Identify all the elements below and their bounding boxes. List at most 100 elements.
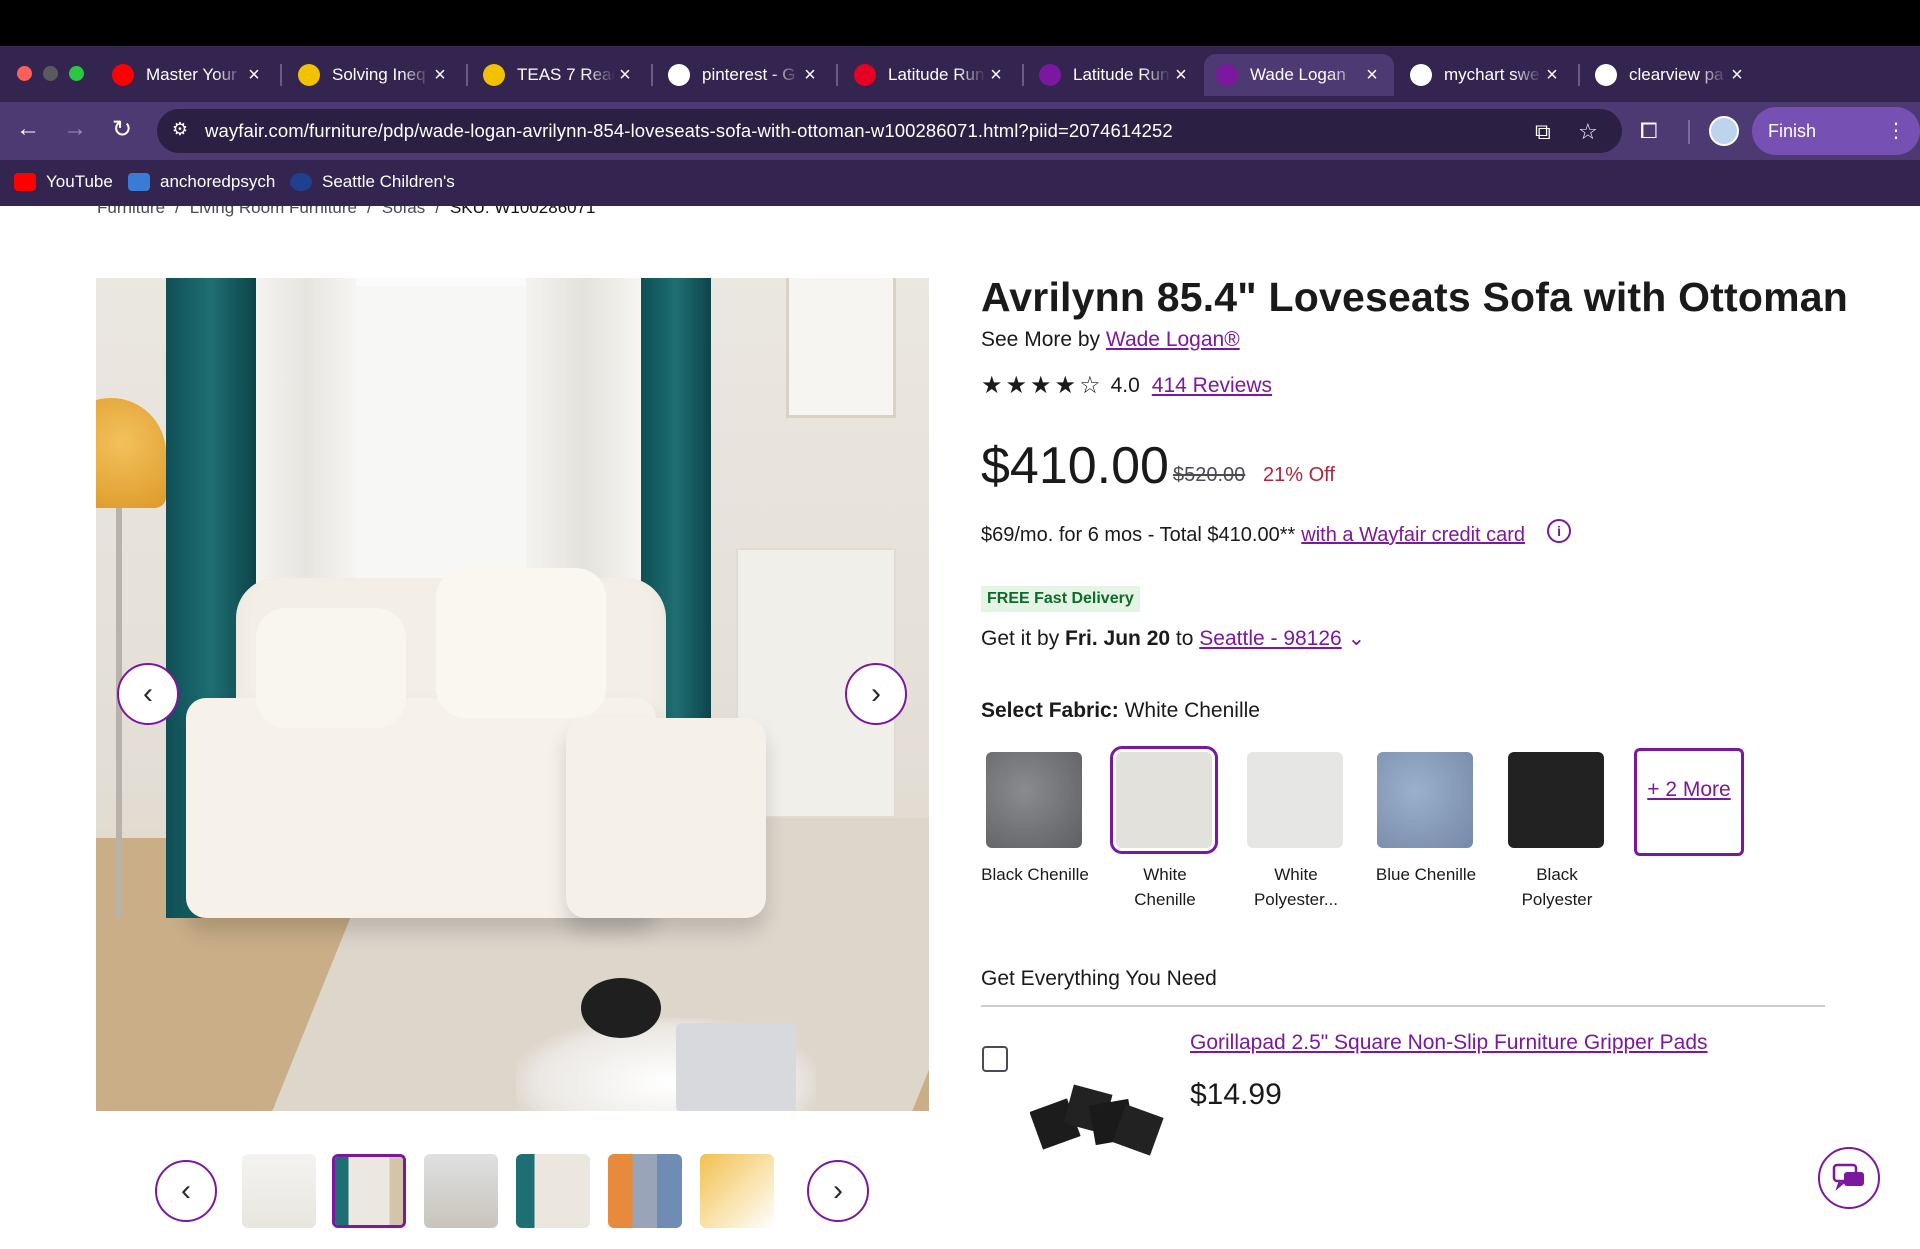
anchoredpsych-icon	[128, 173, 150, 191]
thumbnail-2[interactable]	[332, 1154, 406, 1228]
close-tab-icon[interactable]: ×	[244, 64, 264, 87]
tab-title: pinterest - G	[702, 65, 796, 84]
chat-support-button[interactable]	[1818, 1147, 1880, 1209]
location-link[interactable]: Seattle - 98126	[1199, 627, 1341, 650]
browser-tab[interactable]: TEAS 7 Reac ×	[471, 54, 647, 96]
close-tab-icon[interactable]: ×	[1171, 64, 1191, 87]
credit-card-link[interactable]: with a Wayfair credit card	[1301, 524, 1525, 547]
browser-tab[interactable]: Latitude Run ×	[842, 54, 1018, 96]
wayfair-icon	[1216, 64, 1238, 86]
fabric-selector-label: Select Fabric: White Chenille	[981, 699, 1260, 723]
swatch-white-polyester[interactable]	[1247, 752, 1343, 848]
pinterest-icon	[854, 64, 876, 86]
close-window-button[interactable]	[17, 66, 32, 81]
rating-row: ★ ★ ★ ★ ☆ 4.0 414 Reviews	[981, 371, 1272, 400]
reviews-link[interactable]: 414 Reviews	[1152, 374, 1272, 398]
thumbnails-prev-chevron-icon[interactable]: ‹	[155, 1160, 217, 1222]
google-icon	[1410, 64, 1432, 86]
address-bar[interactable]: ⚙ wayfair.com/furniture/pdp/wade-logan-a…	[157, 109, 1622, 153]
financing-text: $69/mo. for 6 mos - Total $410.00**	[981, 524, 1296, 546]
browser-tab[interactable]: Latitude Run ×	[1027, 54, 1203, 96]
browser-tab[interactable]: Wade Logan ×	[1204, 54, 1394, 96]
close-tab-icon[interactable]: ×	[800, 64, 820, 87]
swatch-black-chenille[interactable]	[986, 752, 1082, 848]
swatch-label: White Chenille	[1134, 865, 1196, 909]
financing-row: $69/mo. for 6 mos - Total $410.00** with…	[981, 518, 1572, 547]
finish-update-button[interactable]: Finish update ⋮	[1752, 107, 1920, 189]
tab-title: TEAS 7 Reac	[517, 65, 615, 84]
tab-separator	[280, 64, 282, 86]
close-tab-icon[interactable]: ×	[1362, 64, 1382, 87]
see-more-prefix: See More by	[981, 328, 1101, 351]
browser-tab[interactable]: clearview pa ×	[1583, 54, 1759, 96]
close-tab-icon[interactable]: ×	[430, 64, 450, 87]
checkmark-icon	[298, 64, 320, 86]
more-vertical-icon[interactable]: ⋮	[1886, 107, 1906, 155]
thumbnail-6[interactable]	[700, 1154, 774, 1228]
back-arrow-icon[interactable]: ←	[12, 115, 44, 143]
bookmark-anchoredpsych[interactable]: anchoredpsych	[128, 172, 275, 192]
close-tab-icon[interactable]: ×	[615, 64, 635, 87]
maximize-window-button[interactable]	[69, 66, 84, 81]
google-icon	[668, 64, 690, 86]
toolbar-divider	[1688, 120, 1690, 144]
thumbnail-4[interactable]	[516, 1154, 590, 1228]
site-info-icon[interactable]: ⚙	[167, 119, 193, 143]
extensions-puzzle-icon[interactable]: ⧠	[1640, 118, 1658, 144]
image-prev-chevron-icon[interactable]: ‹	[117, 663, 179, 725]
minimize-window-button[interactable]	[43, 66, 58, 81]
swatch-label: Black Chenille	[981, 865, 1089, 884]
star-filled-icon: ★	[1054, 372, 1077, 399]
swatch-blue-chenille[interactable]	[1377, 752, 1473, 848]
product-main-image[interactable]	[96, 278, 929, 1111]
youtube-icon	[14, 173, 36, 191]
close-tab-icon[interactable]: ×	[986, 64, 1006, 87]
browser-tab[interactable]: mychart swe ×	[1398, 54, 1574, 96]
forward-arrow-icon[interactable]: →	[59, 115, 91, 143]
delivery-badge: FREE Fast Delivery	[981, 586, 1140, 612]
thumbnail-3[interactable]	[424, 1154, 498, 1228]
install-app-icon[interactable]: ⧉	[1535, 119, 1551, 145]
swatch-black-polyester[interactable]	[1508, 752, 1604, 848]
addon-product-link[interactable]: Gorillapad 2.5" Square Non-Slip Furnitur…	[1190, 1031, 1708, 1055]
thumbnail-5[interactable]	[608, 1154, 682, 1228]
thumbnail-1[interactable]	[242, 1154, 316, 1228]
url-text[interactable]: wayfair.com/furniture/pdp/wade-logan-avr…	[205, 120, 1173, 142]
product-page: Furniture / Living Room Furniture / Sofa…	[0, 206, 1920, 1249]
chevron-down-icon[interactable]: ⌄	[1348, 627, 1366, 650]
image-next-chevron-icon[interactable]: ›	[845, 663, 907, 725]
breadcrumb-furniture[interactable]: Furniture	[97, 206, 165, 218]
breadcrumb-separator: /	[175, 206, 180, 217]
swatch-white-chenille[interactable]	[1110, 746, 1218, 854]
close-tab-icon[interactable]: ×	[1727, 64, 1747, 87]
tab-title: Master Your	[146, 65, 237, 84]
close-tab-icon[interactable]: ×	[1542, 64, 1562, 87]
addon-checkbox[interactable]	[982, 1046, 1008, 1072]
tab-separator	[466, 64, 468, 86]
addon-price: $14.99	[1190, 1078, 1282, 1111]
reload-icon[interactable]: ↻	[106, 115, 138, 144]
browser-tab[interactable]: Solving Ineq ×	[286, 54, 462, 96]
bookmark-star-icon[interactable]: ☆	[1578, 119, 1598, 145]
bookmark-seattle-childrens[interactable]: Seattle Children's	[290, 172, 455, 192]
discount-badge: 21% Off	[1263, 464, 1335, 486]
more-swatches-button[interactable]: + 2 More	[1634, 748, 1744, 856]
youtube-icon	[112, 64, 134, 86]
tab-separator	[651, 64, 653, 86]
tab-title: mychart swe	[1444, 65, 1540, 84]
info-icon[interactable]: i	[1547, 518, 1572, 543]
swatch-label: White Polyester...	[1253, 865, 1339, 909]
tab-title: Solving Ineq	[332, 65, 426, 84]
gripper-pads-image[interactable]	[1030, 1074, 1165, 1169]
star-filled-icon: ★	[1005, 372, 1028, 399]
tab-title: Latitude Run	[1073, 65, 1170, 84]
see-more-by: See More by Wade Logan®	[981, 328, 1240, 352]
breadcrumb-sofas[interactable]: Sofas	[382, 206, 425, 218]
thumbnails-next-chevron-icon[interactable]: ›	[807, 1160, 869, 1222]
profile-avatar[interactable]	[1709, 116, 1739, 146]
brand-link[interactable]: Wade Logan®	[1106, 328, 1240, 351]
breadcrumb-living-room[interactable]: Living Room Furniture	[190, 206, 357, 218]
bookmark-youtube[interactable]: YouTube	[14, 172, 113, 192]
browser-tab[interactable]: pinterest - G ×	[656, 54, 832, 96]
browser-tab[interactable]: Master Your ×	[100, 54, 276, 96]
